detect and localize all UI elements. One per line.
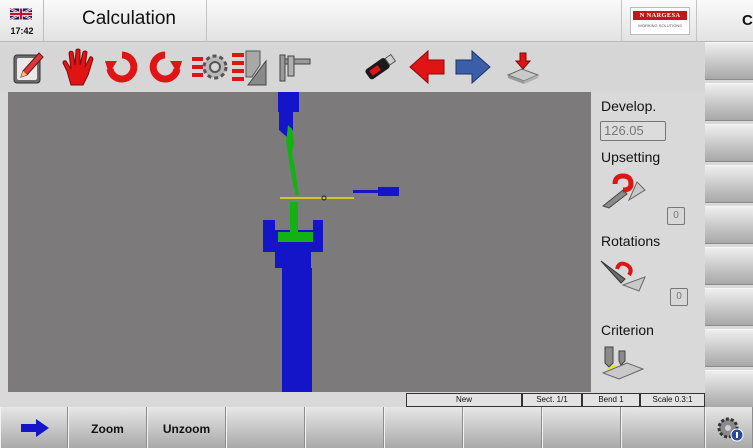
softkey-5[interactable] xyxy=(305,407,384,448)
next-button[interactable] xyxy=(454,47,492,87)
tooling-button[interactable] xyxy=(190,47,228,87)
rotations-value[interactable]: 0 xyxy=(670,288,688,306)
clock: 17:42 xyxy=(10,26,34,36)
usb-drive-icon xyxy=(365,53,397,80)
previous-button[interactable] xyxy=(408,47,446,87)
softkey-7[interactable] xyxy=(463,407,542,448)
measure-button[interactable] xyxy=(274,47,312,87)
tooling-gear-icon xyxy=(192,54,228,80)
side-key-4[interactable] xyxy=(705,165,753,203)
side-key-8[interactable] xyxy=(705,329,753,367)
status-indicator: C xyxy=(742,12,753,29)
settings-button[interactable] xyxy=(705,407,753,448)
upsetting-icon[interactable] xyxy=(599,172,647,210)
side-key-5[interactable] xyxy=(705,206,753,244)
header-divider xyxy=(206,0,207,42)
header-bar: 17:42 Calculation N NARGESA WORKING SOLU… xyxy=(0,0,753,42)
rotate-left-button[interactable] xyxy=(103,47,141,87)
rotations-label: Rotations xyxy=(601,233,661,249)
usb-export-button[interactable] xyxy=(361,47,399,87)
edit-icon xyxy=(13,52,44,84)
unzoom-button[interactable]: Unzoom xyxy=(147,407,226,448)
install-button[interactable] xyxy=(504,47,542,87)
scale-status: Scale 0.3:1 xyxy=(640,393,705,407)
uk-flag-icon xyxy=(10,7,32,21)
bend-sequence-icon xyxy=(232,50,267,86)
zoom-button[interactable]: Zoom xyxy=(68,407,147,448)
sheet-part-lower xyxy=(278,202,313,242)
install-icon xyxy=(506,52,540,84)
bend-sequence-button[interactable] xyxy=(230,47,268,87)
settings-gear-icon xyxy=(717,417,744,442)
arrow-right-icon xyxy=(455,49,491,85)
develop-label: Develop. xyxy=(601,98,657,114)
logo-text: N NARGESA xyxy=(633,11,687,20)
language-selector[interactable]: 17:42 xyxy=(0,0,44,42)
criterion-label: Criterion xyxy=(601,322,654,338)
arrow-forward-icon xyxy=(21,419,49,437)
softkey-4[interactable] xyxy=(226,407,305,448)
side-key-9[interactable] xyxy=(705,370,753,408)
side-key-7[interactable] xyxy=(705,288,753,326)
side-softkeys xyxy=(705,42,753,408)
upsetting-value[interactable]: 0 xyxy=(667,207,685,225)
bending-simulation-canvas[interactable] xyxy=(8,92,591,392)
edit-button[interactable] xyxy=(10,47,48,87)
rotate-left-icon xyxy=(105,51,138,83)
status-strip: New Sect. 1/1 Bend 1 Scale 0.3:1 xyxy=(0,392,705,407)
section-status: Sect. 1/1 xyxy=(522,393,582,407)
logo-subtext: WORKING SOLUTIONS xyxy=(638,23,682,28)
forward-button[interactable] xyxy=(0,407,68,448)
info-panel: Develop. 126.05 Upsetting 0 Rotations 0 … xyxy=(591,92,705,392)
rotations-icon[interactable] xyxy=(599,255,647,293)
lower-die xyxy=(263,220,323,392)
softkey-6[interactable] xyxy=(384,407,463,448)
bend-status: Bend 1 xyxy=(582,393,640,407)
mode-status: New xyxy=(406,393,522,407)
side-key-3[interactable] xyxy=(705,124,753,162)
side-key-1[interactable] xyxy=(705,42,753,80)
brand-logo: N NARGESA WORKING SOLUTIONS xyxy=(630,7,690,35)
page-title: Calculation xyxy=(82,8,176,29)
toolbar xyxy=(0,43,705,92)
side-key-6[interactable] xyxy=(705,247,753,285)
caliper-icon xyxy=(279,54,311,82)
upsetting-label: Upsetting xyxy=(601,149,661,165)
manual-hand-icon xyxy=(62,48,94,86)
sheet-part xyxy=(286,125,299,196)
arrow-left-icon xyxy=(409,49,445,85)
softkey-9[interactable] xyxy=(621,407,705,448)
softkey-8[interactable] xyxy=(542,407,621,448)
brand-logo-box: N NARGESA WORKING SOLUTIONS xyxy=(621,0,697,42)
manual-mode-button[interactable] xyxy=(59,47,97,87)
develop-field[interactable]: 126.05 xyxy=(600,121,666,141)
side-key-2[interactable] xyxy=(705,83,753,121)
bottom-softkeys: Zoom Unzoom xyxy=(0,407,753,448)
rotate-right-icon xyxy=(149,51,182,83)
back-gauge xyxy=(353,187,399,196)
criterion-icon[interactable] xyxy=(599,343,647,381)
rotate-right-button[interactable] xyxy=(146,47,184,87)
